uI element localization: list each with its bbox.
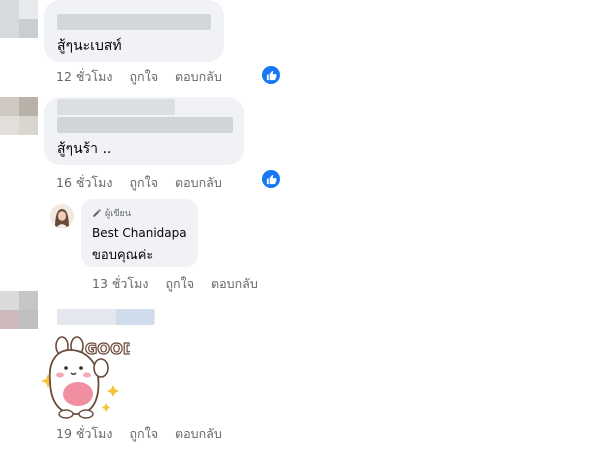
comment-time-1[interactable]: 12 ชั่วโมง — [56, 69, 112, 84]
comment-meta-2: 16 ชั่วโมง ถูกใจ ตอบกลับ — [56, 173, 239, 193]
comment-text-1: สู้ๆนะเบสท์ — [57, 38, 122, 54]
author-badge-label: ผู้เขียน — [105, 209, 131, 219]
reply-meta: 13 ชั่วโมง ถูกใจ ตอบกลับ — [92, 274, 275, 294]
comment-text-2: สู้ๆนร้า .. — [57, 141, 112, 157]
reply-like-button[interactable]: ถูกใจ — [165, 276, 194, 291]
pencil-icon — [93, 209, 101, 217]
commenter-name-1-blurred[interactable] — [57, 14, 211, 30]
reply-author-name[interactable]: Best Chanidapa — [92, 226, 187, 240]
like-reaction-icon[interactable] — [262, 66, 280, 84]
avatar-commenter-1[interactable] — [0, 0, 38, 38]
reply-button-2[interactable]: ตอบกลับ — [175, 175, 222, 190]
reply-button-1[interactable]: ตอบกลับ — [175, 69, 222, 84]
author-badge: ผู้เขียน — [92, 206, 131, 220]
author-photo-icon — [50, 204, 74, 228]
comment-time-2[interactable]: 16 ชั่วโมง — [56, 175, 112, 190]
reply-text: ขอบคุณค่ะ — [92, 248, 154, 263]
sticker-caption: GOOD — [85, 340, 130, 358]
like-button-3[interactable]: ถูกใจ — [129, 426, 158, 441]
reply-reply-button[interactable]: ตอบกลับ — [211, 276, 258, 291]
like-button-1[interactable]: ถูกใจ — [129, 69, 158, 84]
comment-meta-1: 12 ชั่วโมง ถูกใจ ตอบกลับ — [56, 67, 239, 87]
commenter-name-2-blurred[interactable] — [57, 99, 175, 115]
like-button-2[interactable]: ถูกใจ — [129, 175, 158, 190]
comment-meta-3: 19 ชั่วโมง ถูกใจ ตอบกลับ — [56, 424, 239, 444]
commenter-text-2-blurred — [57, 117, 233, 133]
avatar-author[interactable] — [50, 204, 74, 228]
comment-time-3[interactable]: 19 ชั่วโมง — [56, 426, 112, 441]
commenter-name-3-blurred-accent — [116, 309, 154, 325]
avatar-commenter-3[interactable] — [0, 291, 38, 329]
reply-time[interactable]: 13 ชั่วโมง — [92, 276, 148, 291]
avatar-commenter-2[interactable] — [0, 97, 38, 135]
like-reaction-icon[interactable] — [262, 170, 280, 188]
reply-button-3[interactable]: ตอบกลับ — [175, 426, 222, 441]
good-sticker[interactable]: GOOD — [40, 330, 136, 420]
